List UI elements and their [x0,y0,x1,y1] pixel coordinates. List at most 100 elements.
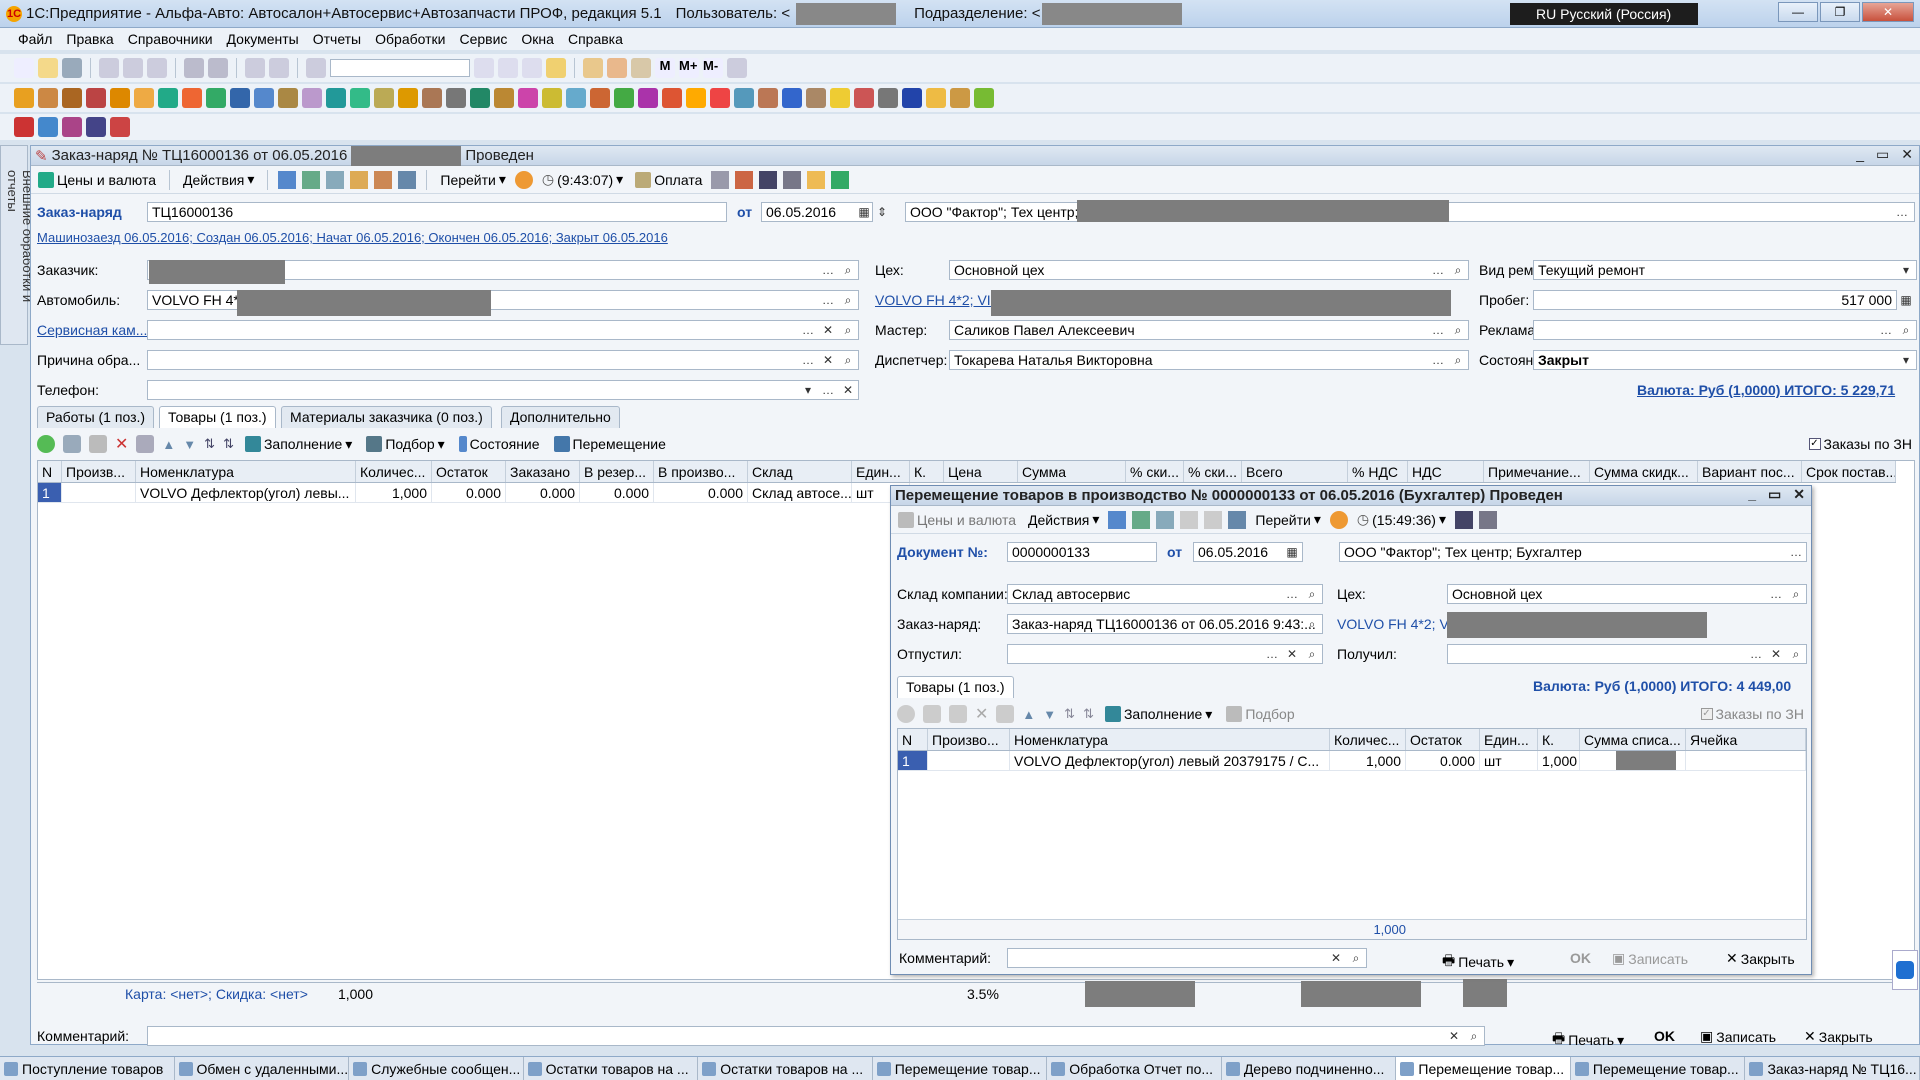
calculator-icon[interactable] [583,58,603,78]
toolbar-doc-icon[interactable] [806,88,826,108]
edit-icon[interactable] [949,705,967,723]
search-icon[interactable]: ⌕ [1897,320,1915,340]
toolbar-doc-icon[interactable] [14,88,34,108]
order-number-field[interactable]: ТЦ16000136 [147,202,727,222]
search-icon[interactable]: ⌕ [1303,584,1321,604]
payment-button[interactable]: Оплата [632,170,705,190]
toolbar-doc-icon[interactable] [662,88,682,108]
menu-edit[interactable]: Правка [66,31,113,47]
transfer-print-button[interactable]: 🖶 Печать ▾ [1439,948,1517,976]
toolbar-doc-icon[interactable] [62,117,82,137]
toolbar-doc-icon[interactable] [710,88,730,108]
col-writeoff-sum[interactable]: Сумма списа... [1580,729,1686,750]
transfer-car-link[interactable]: VOLVO FH 4*2; VIN [1337,616,1463,632]
select-icon[interactable]: … [1283,584,1301,604]
toolbar-doc-icon[interactable] [926,88,946,108]
col-producer[interactable]: Произво... [928,729,1010,750]
structure-icon[interactable] [350,170,369,189]
col-total[interactable]: Всего [1242,461,1348,482]
copy-doc-icon[interactable] [1156,510,1175,529]
toolbar-doc-icon[interactable] [134,88,154,108]
transfer-fill-menu[interactable]: Заполнение ▾ [1102,704,1215,725]
structure-icon[interactable] [1180,510,1199,529]
transfer-comment-field[interactable] [1007,948,1367,968]
clear-icon[interactable]: ✕ [1767,644,1785,664]
move-down-icon[interactable]: ▼ [183,437,196,452]
menu-processing[interactable]: Обработки [375,31,445,47]
tree-icon[interactable] [759,170,778,189]
folder-icon[interactable] [807,170,826,189]
col-k[interactable]: К. [1538,729,1580,750]
col-nomenclature[interactable]: Номенклатура [136,461,356,482]
move-button[interactable]: Перемещение [551,434,669,454]
col-note[interactable]: Примечание... [1484,461,1590,482]
toolbar-doc-icon[interactable] [38,117,58,137]
sort-asc-icon[interactable]: ⇅ [204,436,215,452]
copy-icon[interactable] [123,58,143,78]
search-icon[interactable]: ⌕ [1787,644,1805,664]
search-icon[interactable]: ⌕ [1449,260,1467,280]
shop-field[interactable]: Основной цех [949,260,1469,280]
toolbar-doc-icon[interactable] [446,88,466,108]
calendar-icon[interactable]: ▦ [1283,542,1301,562]
menu-help[interactable]: Справка [568,31,623,47]
tab-additional[interactable]: Дополнительно [501,406,620,428]
redo-icon[interactable] [269,58,289,78]
search-icon[interactable]: ⌕ [839,320,857,340]
col-cell[interactable]: Ячейка [1686,729,1806,750]
close-icon[interactable]: ✕ [1793,486,1805,503]
minimize-icon[interactable]: _ [1856,146,1864,163]
repair-type-field[interactable]: Текущий ремонт [1533,260,1917,280]
find-next-icon[interactable] [474,58,494,78]
end-edit-icon[interactable] [996,705,1015,723]
toolbar-doc-icon[interactable] [38,88,58,108]
col-production[interactable]: В произво... [654,461,748,482]
toolbar-doc-icon[interactable] [254,88,274,108]
select-icon[interactable]: … [819,380,837,400]
select-icon[interactable]: … [819,260,837,280]
select-icon[interactable]: … [1747,644,1765,664]
toolbar-doc-icon[interactable] [950,88,970,108]
fill-menu[interactable]: Заполнение ▾ [242,434,355,455]
reason-field[interactable] [147,350,859,370]
actions-menu[interactable]: Действия ▾ [180,169,257,190]
toolbar-doc-icon[interactable] [326,88,346,108]
transfer-pick-button[interactable]: Подбор [1223,704,1297,724]
toolbar-doc-icon[interactable] [182,88,202,108]
save-button[interactable]: ▣ Записать [1697,1026,1779,1047]
col-k[interactable]: К. [910,461,944,482]
move-up-icon[interactable]: ▲ [162,437,175,452]
menu-windows[interactable]: Окна [521,31,554,47]
toolbar-doc-icon[interactable] [206,88,226,108]
task-item[interactable]: Перемещение товар... [1571,1057,1746,1080]
toolbar-doc-icon[interactable] [758,88,778,108]
task-item[interactable]: Дерево подчиненно... [1222,1057,1397,1080]
transfer-actions-menu[interactable]: Действия ▾ [1025,509,1102,530]
transfer-time-button[interactable]: ◷ (15:49:36) ▾ [1354,509,1449,530]
menu-service[interactable]: Сервис [459,31,507,47]
state-field[interactable]: Закрыт [1533,350,1917,370]
list-icon[interactable] [1478,510,1497,529]
col-price[interactable]: Цена [944,461,1018,482]
clear-icon[interactable]: ✕ [819,350,837,370]
col-remain[interactable]: Остаток [432,461,506,482]
warehouse-field[interactable]: Склад автосервис [1007,584,1323,604]
toolbar-doc-icon[interactable] [638,88,658,108]
master-field[interactable]: Саликов Павел Алексеевич [949,320,1469,340]
close-icon[interactable]: ✕ [1901,146,1913,163]
tab-customer-materials[interactable]: Материалы заказчика (0 поз.) [281,406,492,428]
tree-icon[interactable] [1454,510,1473,529]
menu-documents[interactable]: Документы [227,31,299,47]
dropdown-icon[interactable]: ▾ [799,380,817,400]
task-item[interactable]: Обмен с удаленными... [175,1057,350,1080]
col-ordered[interactable]: Заказано [506,461,580,482]
toolbar-doc-icon[interactable] [854,88,874,108]
post-icon[interactable] [278,170,297,189]
transfer-org-field[interactable]: ООО "Фактор"; Тех центр; Бухгалтер [1339,542,1807,562]
memory-minus-icon[interactable]: M- [703,58,723,78]
toolbar-doc-icon[interactable] [782,88,802,108]
tab-works[interactable]: Работы (1 поз.) [37,406,155,428]
task-item[interactable]: Служебные сообщен... [349,1057,524,1080]
toolbar-doc-icon[interactable] [398,88,418,108]
add-icon[interactable] [897,705,915,723]
